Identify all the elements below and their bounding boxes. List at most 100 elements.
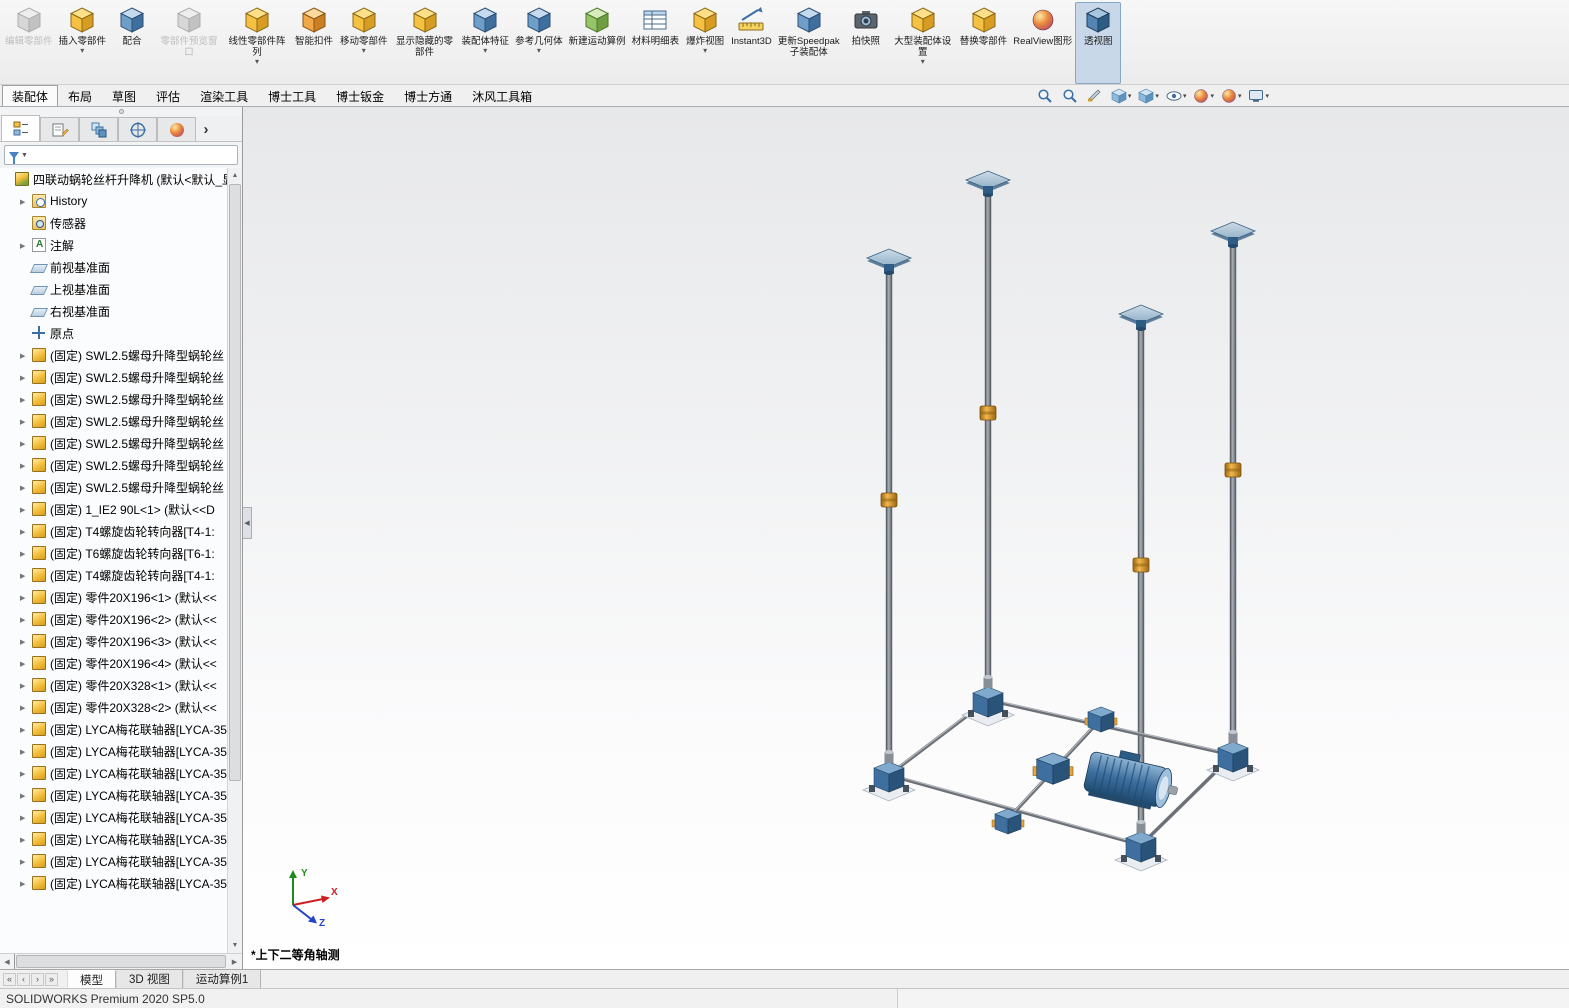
- tree-item[interactable]: (固定) SWL2.5螺母升降型蜗轮丝: [0, 454, 227, 476]
- screw-jack-column-left[interactable]: [866, 248, 912, 759]
- tree-expand-arrow[interactable]: [20, 395, 31, 404]
- screw-jack-column-front[interactable]: [1118, 304, 1164, 829]
- reference-geometry[interactable]: 参考几何体: [512, 2, 566, 84]
- tree-item[interactable]: 注解: [0, 234, 227, 256]
- scroll-up-icon[interactable]: [228, 168, 242, 183]
- tree-expand-arrow[interactable]: [20, 351, 31, 360]
- document-tab[interactable]: 运动算例1: [182, 970, 262, 988]
- tree-expand-arrow[interactable]: [20, 505, 31, 514]
- tree-item[interactable]: (固定) 零件20X196<1> (默认<<: [0, 586, 227, 608]
- tree-item[interactable]: (固定) LYCA梅花联轴器[LYCA-35: [0, 740, 227, 762]
- worm-gearbox-back[interactable]: [961, 674, 1015, 727]
- tree-item[interactable]: (固定) SWL2.5螺母升降型蜗轮丝: [0, 366, 227, 388]
- graphics-viewport[interactable]: Y X Z *上下二等角轴测: [243, 107, 1569, 969]
- screw-jack-column-right[interactable]: [1210, 221, 1256, 739]
- tree-expand-arrow[interactable]: [20, 857, 31, 866]
- tree-item[interactable]: (固定) LYCA梅花联轴器[LYCA-35: [0, 850, 227, 872]
- command-tab[interactable]: 草图: [102, 85, 146, 106]
- update-speedpak[interactable]: 更新Speedpak子装配体: [775, 2, 843, 84]
- panel-collapse-handle[interactable]: [243, 507, 252, 539]
- tree-item[interactable]: (固定) LYCA梅花联轴器[LYCA-35: [0, 784, 227, 806]
- assembly-model-3d[interactable]: [243, 107, 1569, 969]
- tree-expand-arrow[interactable]: [20, 879, 31, 888]
- edit-appearance-icon[interactable]: [1193, 86, 1214, 105]
- dimxpertmanager-tab[interactable]: [118, 117, 157, 141]
- move-component[interactable]: 移动零部件: [337, 2, 391, 84]
- scroll-tabs-first[interactable]: [3, 972, 16, 986]
- tree-horizontal-scrollbar[interactable]: [0, 953, 242, 969]
- scroll-tabs-last[interactable]: [45, 972, 58, 986]
- scroll-tabs-next[interactable]: [31, 972, 44, 986]
- instant3d[interactable]: Instant3D: [728, 2, 775, 84]
- large-assembly-settings[interactable]: 大型装配体设置: [889, 2, 957, 84]
- tree-expand-arrow[interactable]: [20, 549, 31, 558]
- tree-expand-arrow[interactable]: [20, 593, 31, 602]
- scroll-left-icon[interactable]: [0, 954, 15, 969]
- tree-expand-arrow[interactable]: [20, 637, 31, 646]
- section-view-icon[interactable]: [1086, 86, 1104, 105]
- tree-expand-arrow[interactable]: [20, 747, 31, 756]
- realview[interactable]: RealView图形: [1010, 2, 1075, 84]
- perspective[interactable]: 透视图: [1075, 2, 1122, 84]
- tree-item[interactable]: (固定) 1_IE2 90L<1> (默认<<D: [0, 498, 227, 520]
- screw-jack-column-back[interactable]: [965, 170, 1011, 686]
- show-hidden-components[interactable]: 显示隐藏的零部件: [391, 2, 459, 84]
- tree-item[interactable]: (固定) SWL2.5螺母升降型蜗轮丝: [0, 388, 227, 410]
- component-preview[interactable]: 零部件预览窗口: [155, 2, 223, 84]
- worm-gearbox-right[interactable]: [1206, 729, 1260, 782]
- tree-expand-arrow[interactable]: [20, 615, 31, 624]
- zoom-fit-icon[interactable]: [1036, 86, 1054, 105]
- tree-item[interactable]: (固定) LYCA梅花联轴器[LYCA-35: [0, 806, 227, 828]
- tree-item[interactable]: (固定) 零件20X196<2> (默认<<: [0, 608, 227, 630]
- mate[interactable]: 配合: [109, 2, 155, 84]
- displaymanager-tab[interactable]: [157, 117, 196, 141]
- command-tab[interactable]: 博士工具: [258, 85, 326, 106]
- tree-item[interactable]: 四联动蜗轮丝杆升降机 (默认<默认_显: [0, 168, 227, 190]
- insert-component[interactable]: 插入零部件: [56, 2, 110, 84]
- filter-dropdown-arrow[interactable]: ▼: [21, 152, 28, 159]
- tree-expand-arrow[interactable]: [20, 835, 31, 844]
- command-tab[interactable]: 布局: [58, 85, 102, 106]
- tree-item[interactable]: (固定) LYCA梅花联轴器[LYCA-35: [0, 872, 227, 894]
- display-style-icon[interactable]: [1138, 86, 1159, 105]
- tree-expand-arrow[interactable]: [20, 571, 31, 580]
- tree-item[interactable]: (固定) SWL2.5螺母升降型蜗轮丝: [0, 410, 227, 432]
- linear-component-pattern[interactable]: 线性零部件阵列: [223, 2, 291, 84]
- hscroll-thumb[interactable]: [16, 955, 226, 968]
- tree-expand-arrow[interactable]: [20, 439, 31, 448]
- command-tab[interactable]: 沐风工具箱: [462, 85, 542, 106]
- tree-filter-input[interactable]: ▼: [4, 145, 238, 165]
- tree-expand-arrow[interactable]: [20, 659, 31, 668]
- tree-item[interactable]: 传感器: [0, 212, 227, 234]
- document-tab[interactable]: 模型: [67, 970, 116, 988]
- tree-expand-arrow[interactable]: [20, 725, 31, 734]
- apply-scene-icon[interactable]: [1221, 86, 1242, 105]
- tree-expand-arrow[interactable]: [20, 241, 31, 250]
- tree-item[interactable]: 右视基准面: [0, 300, 227, 322]
- command-tab[interactable]: 装配体: [2, 85, 59, 106]
- hide-show-items-icon[interactable]: [1166, 86, 1187, 105]
- tree-item[interactable]: (固定) T4螺旋齿轮转向器[T4-1:: [0, 564, 227, 586]
- tree-item[interactable]: (固定) SWL2.5螺母升降型蜗轮丝: [0, 432, 227, 454]
- electric-motor[interactable]: [1082, 744, 1183, 814]
- command-tab[interactable]: 评估: [146, 85, 190, 106]
- view-orientation-icon[interactable]: [1111, 86, 1132, 105]
- tree-item[interactable]: (固定) 零件20X196<4> (默认<<: [0, 652, 227, 674]
- tree-item[interactable]: (固定) T4螺旋齿轮转向器[T4-1:: [0, 520, 227, 542]
- scroll-thumb[interactable]: [229, 184, 241, 781]
- command-tab[interactable]: 博士方通: [394, 85, 462, 106]
- command-tab[interactable]: 渲染工具: [190, 85, 258, 106]
- smart-fasteners[interactable]: 智能扣件: [291, 2, 337, 84]
- bom-table[interactable]: 材料明细表: [629, 2, 683, 84]
- take-snapshot[interactable]: 拍快照: [843, 2, 889, 84]
- tree-item[interactable]: (固定) T6螺旋齿轮转向器[T6-1:: [0, 542, 227, 564]
- tree-item[interactable]: (固定) LYCA梅花联轴器[LYCA-35: [0, 828, 227, 850]
- exploded-view[interactable]: 爆炸视图: [682, 2, 728, 84]
- scroll-right-icon[interactable]: [227, 954, 242, 969]
- tree-item[interactable]: (固定) SWL2.5螺母升降型蜗轮丝: [0, 344, 227, 366]
- tree-item[interactable]: 前视基准面: [0, 256, 227, 278]
- panel-expand-arrow[interactable]: [196, 117, 216, 141]
- edit-component[interactable]: 编辑零部件: [2, 2, 56, 84]
- document-tab[interactable]: 3D 视图: [116, 970, 183, 988]
- tree-item[interactable]: (固定) LYCA梅花联轴器[LYCA-35: [0, 762, 227, 784]
